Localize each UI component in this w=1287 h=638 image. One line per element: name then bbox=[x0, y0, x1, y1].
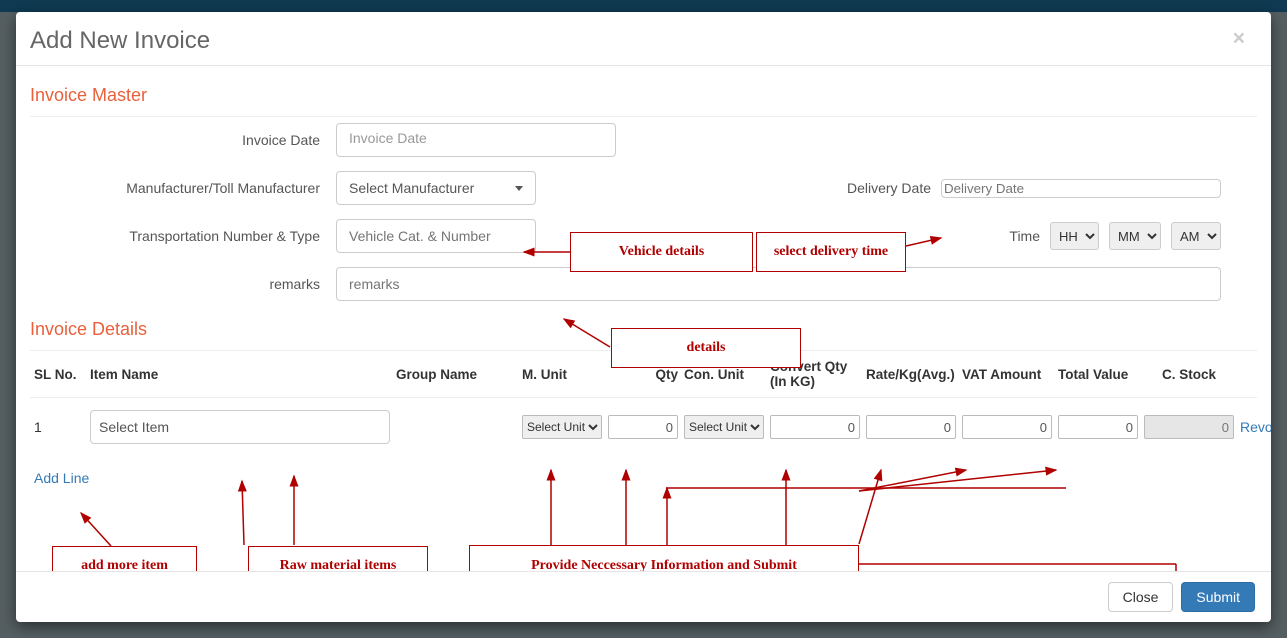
invoice-date-label: Invoice Date bbox=[66, 132, 336, 148]
time-hh-select[interactable]: HH bbox=[1050, 222, 1099, 250]
qty-input[interactable] bbox=[608, 415, 678, 439]
vat-input[interactable] bbox=[962, 415, 1052, 439]
rate-input[interactable] bbox=[866, 415, 956, 439]
modal-title: Add New Invoice bbox=[30, 27, 210, 55]
manufacturer-label: Manufacturer/Toll Manufacturer bbox=[66, 180, 336, 196]
close-button[interactable]: Close bbox=[1108, 582, 1174, 612]
anno-add-more: add more item bbox=[52, 546, 197, 571]
modal-body: Invoice Master Invoice Date Invoice Date… bbox=[16, 66, 1271, 571]
submit-button[interactable]: Submit bbox=[1181, 582, 1255, 612]
col-sl: SL No. bbox=[34, 367, 84, 382]
delivery-date-label: Delivery Date bbox=[847, 180, 931, 196]
convqty-input[interactable] bbox=[770, 415, 860, 439]
cstock-input bbox=[1144, 415, 1234, 439]
item-name-select[interactable]: Select Item bbox=[90, 410, 390, 444]
col-munit: M. Unit bbox=[522, 367, 602, 382]
col-group: Group Name bbox=[396, 367, 516, 382]
anno-raw-items: Raw material items bbox=[248, 546, 428, 571]
col-vat: VAT Amount bbox=[962, 367, 1052, 382]
time-label: Time bbox=[1009, 228, 1040, 244]
time-ampm-select[interactable]: AM bbox=[1171, 222, 1221, 250]
anno-provide: Provide Neccessary Information and Submi… bbox=[469, 545, 859, 571]
col-conunit: Con. Unit bbox=[684, 367, 764, 382]
chevron-down-icon bbox=[515, 186, 523, 191]
total-input[interactable] bbox=[1058, 415, 1138, 439]
invoice-master-title: Invoice Master bbox=[30, 85, 1257, 106]
remove-row-link[interactable]: Revome bbox=[1240, 419, 1271, 435]
invoice-date-input[interactable]: Invoice Date bbox=[336, 123, 616, 157]
anno-delivery-time: select delivery time bbox=[756, 232, 906, 272]
anno-vehicle: Vehicle details bbox=[570, 232, 753, 272]
col-total: Total Value bbox=[1058, 367, 1138, 382]
col-qty: Qty bbox=[608, 367, 678, 382]
close-icon[interactable]: × bbox=[1227, 27, 1251, 50]
col-rate: Rate/Kg(Avg.) bbox=[866, 367, 956, 382]
delivery-date-input[interactable] bbox=[941, 179, 1221, 198]
table-row: 1 Select Item Select Unit Select Unit bbox=[30, 398, 1257, 464]
munit-select[interactable]: Select Unit bbox=[522, 415, 602, 439]
col-cstock: C. Stock bbox=[1144, 367, 1234, 382]
time-mm-select[interactable]: MM bbox=[1109, 222, 1161, 250]
col-item: Item Name bbox=[90, 367, 390, 382]
row-sl: 1 bbox=[34, 419, 84, 435]
add-invoice-modal: Add New Invoice × Invoice Master Invoice… bbox=[16, 12, 1271, 622]
conunit-select[interactable]: Select Unit bbox=[684, 415, 764, 439]
manufacturer-select[interactable]: Select Manufacturer bbox=[336, 171, 536, 205]
remarks-label: remarks bbox=[66, 276, 336, 292]
transport-input[interactable] bbox=[336, 219, 536, 253]
anno-details: details bbox=[611, 328, 801, 368]
add-line-link[interactable]: Add Line bbox=[34, 470, 89, 486]
modal-footer: Close Submit bbox=[16, 571, 1271, 622]
remarks-input[interactable] bbox=[336, 267, 1221, 301]
modal-header: Add New Invoice × bbox=[16, 12, 1271, 66]
transport-label: Transportation Number & Type bbox=[66, 228, 336, 244]
